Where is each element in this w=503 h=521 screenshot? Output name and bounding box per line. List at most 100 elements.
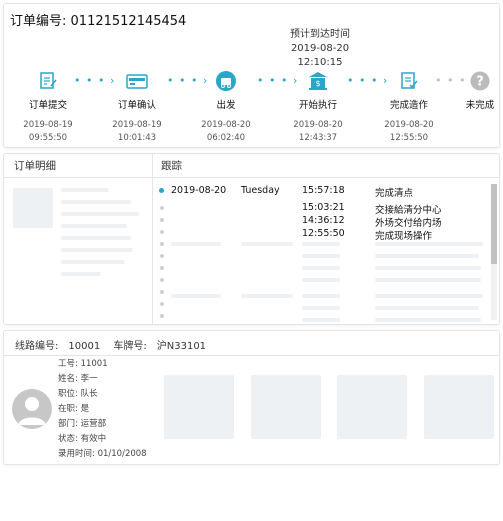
skeleton-line — [375, 242, 483, 246]
timeline-dot-active — [159, 188, 164, 193]
skeleton-line — [61, 200, 131, 204]
skeleton-line — [375, 266, 481, 270]
eta-label: 预计到达时间 — [290, 29, 350, 40]
skeleton-line — [61, 248, 133, 252]
skeleton-line — [375, 294, 483, 298]
checklist-icon — [398, 70, 420, 92]
skeleton-line — [302, 318, 340, 322]
photo-placeholder — [164, 375, 234, 439]
skeleton-line — [302, 254, 340, 258]
edit-doc-icon — [37, 70, 59, 92]
timeline-dot — [160, 230, 164, 234]
eta-block: 预计到达时间 2019-08-20 12:10:15 — [284, 28, 356, 70]
skeleton-line — [375, 306, 479, 310]
line-number-label: 线路编号: — [15, 341, 59, 352]
order-number-label: 订单编号: — [10, 14, 67, 29]
order-progress-card: 订单编号: 01121512145454 预计到达时间 2019-08-20 1… — [3, 3, 500, 148]
driver-avatar — [12, 389, 52, 429]
step-label: 订单提交 — [28, 100, 67, 111]
skeleton-line — [375, 254, 479, 258]
skeleton-line — [302, 306, 340, 310]
track-time: 12:55:50 — [302, 228, 345, 239]
photo-placeholder — [337, 375, 407, 439]
detail-tracking-card: 订单明细 跟踪 2019-08-20 Tuesday 15:57:18 完成清点… — [3, 153, 500, 325]
step-label: 未完成 — [465, 100, 495, 111]
skeleton-line — [375, 318, 481, 322]
track-weekday: Tuesday — [241, 185, 280, 196]
step-time: 12:55:50 — [389, 133, 429, 143]
step-label: 完成造作 — [389, 100, 428, 111]
panel-divider — [152, 154, 153, 324]
plate-value: 沪N33101 — [156, 341, 207, 352]
user-icon — [18, 397, 46, 425]
track-event: 外场交付给内场 — [375, 218, 442, 229]
timeline-dot — [160, 266, 164, 270]
driver-field-employed: 在职: 是 — [58, 404, 90, 414]
step-date: 2019-08-19 — [112, 120, 162, 130]
step-date: 2019-08-20 — [384, 120, 434, 130]
timeline-dot — [160, 218, 164, 222]
divider — [4, 355, 499, 356]
photo-placeholder — [251, 375, 321, 439]
timeline-dot — [160, 206, 164, 210]
step-label: 订单确认 — [117, 100, 156, 111]
step-label: 出发 — [216, 100, 236, 111]
bank-icon: $ — [307, 70, 329, 92]
step-date: 2019-08-19 — [23, 120, 73, 130]
timeline-dot — [160, 278, 164, 282]
timeline-dot — [160, 314, 164, 318]
skeleton-line — [171, 294, 221, 298]
track-event: 完成清点 — [375, 188, 414, 199]
line-number-value: 10001 — [68, 341, 101, 352]
timeline-dot — [160, 302, 164, 306]
skeleton-line — [375, 278, 481, 282]
skeleton-line — [302, 294, 340, 298]
step-time: 09:55:50 — [28, 133, 68, 143]
card-icon — [126, 70, 148, 92]
skeleton-line — [302, 266, 340, 270]
skeleton-line — [61, 272, 101, 276]
depart-icon — [215, 70, 237, 92]
step-incomplete: ? 未完成 — [445, 70, 503, 111]
track-time: 15:03:21 — [302, 202, 345, 213]
skeleton-line — [61, 212, 139, 216]
skeleton-line — [302, 242, 340, 246]
question-icon: ? — [469, 70, 491, 92]
eta-time: 12:10:15 — [297, 57, 343, 68]
skeleton-line — [302, 278, 340, 282]
step-time: 06:02:40 — [206, 133, 246, 143]
tracking-scrollbar-thumb[interactable] — [491, 184, 497, 264]
timeline-dot — [160, 254, 164, 258]
tracking-scrollbar[interactable] — [491, 184, 497, 320]
skeleton-line — [61, 236, 131, 240]
step-date: 2019-08-20 — [201, 120, 251, 130]
driver-field-department: 部门: 运营部 — [58, 419, 107, 429]
driver-field-id: 工号: 11001 — [58, 359, 108, 369]
tracking-header: 跟踪 — [153, 154, 499, 178]
order-number-value: 01121512145454 — [70, 14, 187, 29]
step-time: 12:43:37 — [298, 133, 338, 143]
skeleton-line — [241, 294, 293, 298]
eta-date: 2019-08-20 — [290, 43, 350, 54]
track-time: 15:57:18 — [302, 185, 345, 196]
driver-field-position: 职位: 队长 — [58, 389, 98, 399]
skeleton-line — [61, 188, 109, 192]
driver-field-hire-date: 录用时间: 01/10/2008 — [58, 449, 147, 459]
plate-label: 车牌号: — [113, 341, 147, 352]
svg-text:?: ? — [476, 75, 484, 90]
order-detail-header: 订单明细 — [4, 154, 152, 178]
detail-image-placeholder — [13, 188, 53, 228]
svg-text:$: $ — [315, 79, 320, 88]
track-time: 14:36:12 — [302, 215, 345, 226]
order-number-title: 订单编号: 01121512145454 — [10, 10, 186, 29]
skeleton-line — [241, 242, 293, 246]
step-time: 10:01:43 — [117, 133, 157, 143]
driver-field-status: 状态: 有效中 — [58, 434, 107, 444]
skeleton-line — [61, 260, 125, 264]
photo-placeholder — [424, 375, 494, 439]
timeline-dot — [160, 242, 164, 246]
track-event: 交接給清分中心 — [375, 205, 442, 216]
track-date: 2019-08-20 — [171, 185, 227, 196]
step-date: 2019-08-20 — [293, 120, 343, 130]
route-info: 线路编号: 10001 车牌号: 沪N33101 — [15, 337, 216, 352]
